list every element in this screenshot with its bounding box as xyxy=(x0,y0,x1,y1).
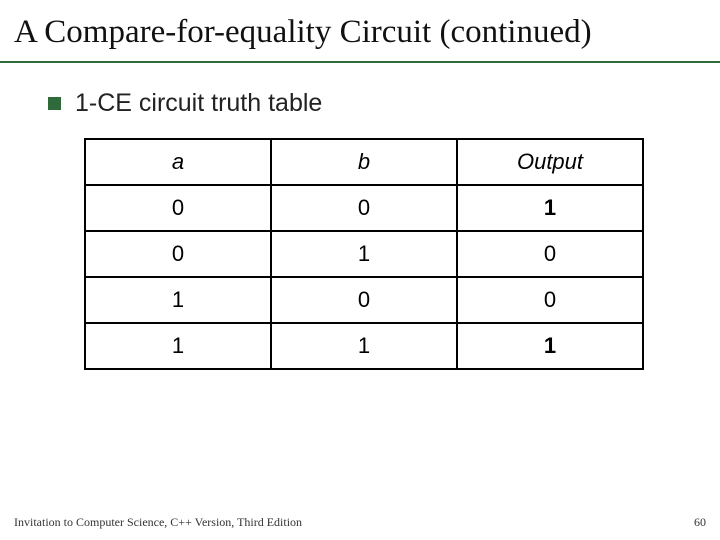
cell-output: 0 xyxy=(457,231,643,277)
page-number: 60 xyxy=(694,515,706,530)
cell-a: 1 xyxy=(85,277,271,323)
table-header-row: a b Output xyxy=(85,139,643,185)
cell-output: 1 xyxy=(457,323,643,369)
cell-b: 1 xyxy=(271,231,457,277)
header-b: b xyxy=(271,139,457,185)
header-a: a xyxy=(85,139,271,185)
cell-b: 0 xyxy=(271,277,457,323)
table-row: 1 1 1 xyxy=(85,323,643,369)
cell-output: 0 xyxy=(457,277,643,323)
cell-a: 1 xyxy=(85,323,271,369)
cell-b: 0 xyxy=(271,185,457,231)
cell-a: 0 xyxy=(85,185,271,231)
footer: Invitation to Computer Science, C++ Vers… xyxy=(14,515,706,530)
header-output: Output xyxy=(457,139,643,185)
content-area: 1-CE circuit truth table a b Output 0 0 … xyxy=(0,63,720,370)
page-title: A Compare-for-equality Circuit (continue… xyxy=(14,12,706,53)
table-row: 0 0 1 xyxy=(85,185,643,231)
cell-b: 1 xyxy=(271,323,457,369)
truth-table: a b Output 0 0 1 0 1 0 1 0 0 1 xyxy=(84,138,644,370)
title-block: A Compare-for-equality Circuit (continue… xyxy=(0,0,720,63)
bullet-text: 1-CE circuit truth table xyxy=(75,89,322,118)
table-row: 1 0 0 xyxy=(85,277,643,323)
square-bullet-icon xyxy=(48,97,61,110)
table-row: 0 1 0 xyxy=(85,231,643,277)
cell-a: 0 xyxy=(85,231,271,277)
cell-output: 1 xyxy=(457,185,643,231)
bullet-item: 1-CE circuit truth table xyxy=(48,89,672,118)
footer-source: Invitation to Computer Science, C++ Vers… xyxy=(14,515,302,530)
